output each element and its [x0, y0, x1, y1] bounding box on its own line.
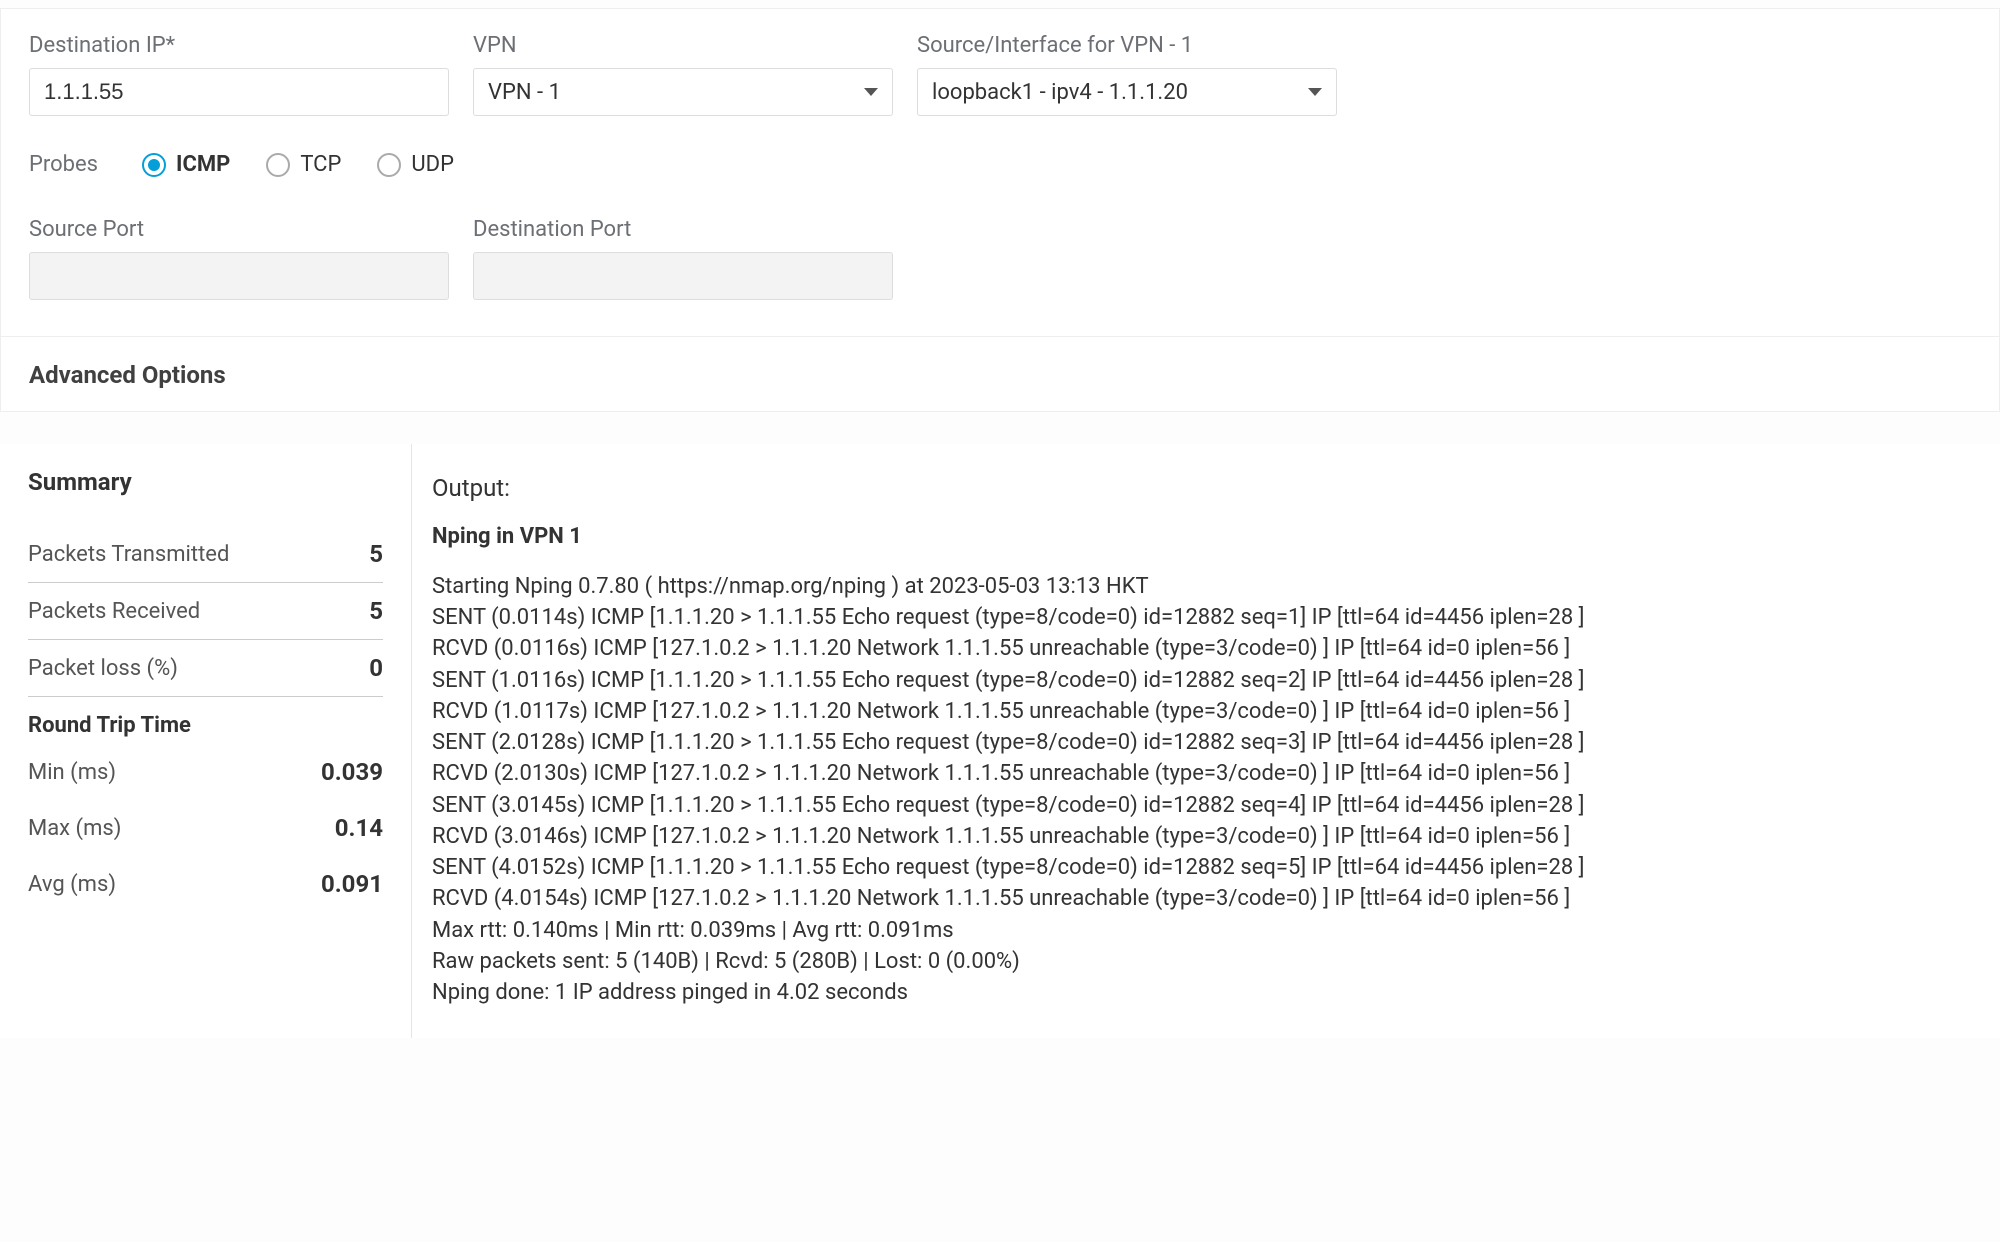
summary-val: 5 [369, 540, 383, 568]
results-panel: Summary Packets Transmitted 5 Packets Re… [0, 444, 2000, 1038]
radio-icon [142, 153, 166, 177]
caret-down-icon [1308, 88, 1322, 96]
ports-row: Source Port Destination Port [29, 217, 1971, 300]
dest-port-group: Destination Port [473, 217, 893, 300]
summary-key: Min (ms) [28, 760, 116, 785]
summary-key: Avg (ms) [28, 872, 116, 897]
radio-label: UDP [411, 152, 454, 177]
source-if-group: Source/Interface for VPN - 1 loopback1 -… [917, 33, 1337, 116]
summary-key: Packets Received [28, 599, 200, 624]
top-row: Destination IP* VPN VPN - 1 Source/Inter… [29, 33, 1971, 116]
radio-icon [377, 153, 401, 177]
summary-panel: Summary Packets Transmitted 5 Packets Re… [0, 444, 412, 1038]
source-if-label: Source/Interface for VPN - 1 [917, 33, 1337, 58]
summary-max: Max (ms) 0.14 [28, 800, 383, 856]
source-port-group: Source Port [29, 217, 449, 300]
summary-packets-rx: Packets Received 5 [28, 583, 383, 640]
summary-key: Max (ms) [28, 816, 121, 841]
summary-packets-tx: Packets Transmitted 5 [28, 526, 383, 583]
dest-ip-input[interactable] [29, 68, 449, 116]
dest-ip-group: Destination IP* [29, 33, 449, 116]
radio-label: ICMP [176, 152, 230, 177]
summary-val: 0.14 [335, 814, 383, 842]
summary-min: Min (ms) 0.039 [28, 744, 383, 800]
summary-key: Packet loss (%) [28, 656, 178, 681]
output-label: Output: [432, 474, 1980, 502]
radio-icon [266, 153, 290, 177]
source-port-input[interactable] [29, 252, 449, 300]
probes-label: Probes [29, 152, 98, 177]
output-lines: Starting Nping 0.7.80 ( https://nmap.org… [432, 571, 1980, 1008]
output-panel: Output: Nping in VPN 1 Starting Nping 0.… [412, 444, 2000, 1038]
summary-key: Packets Transmitted [28, 542, 229, 567]
caret-down-icon [864, 88, 878, 96]
summary-val: 0.039 [321, 758, 383, 786]
config-panel: Destination IP* VPN VPN - 1 Source/Inter… [0, 8, 2000, 412]
source-if-value: loopback1 - ipv4 - 1.1.1.20 [932, 80, 1188, 105]
radio-label: TCP [300, 152, 341, 177]
probe-radio-tcp[interactable]: TCP [266, 152, 341, 177]
dest-port-input[interactable] [473, 252, 893, 300]
rtt-header: Round Trip Time [28, 713, 383, 738]
summary-val: 0.091 [321, 870, 383, 898]
summary-avg: Avg (ms) 0.091 [28, 856, 383, 912]
source-if-select[interactable]: loopback1 - ipv4 - 1.1.1.20 [917, 68, 1337, 116]
probe-radio-udp[interactable]: UDP [377, 152, 454, 177]
summary-val: 0 [369, 654, 383, 682]
output-title: Nping in VPN 1 [432, 524, 1980, 549]
vpn-label: VPN [473, 33, 893, 58]
dest-port-label: Destination Port [473, 217, 893, 242]
dest-ip-label: Destination IP* [29, 33, 449, 58]
vpn-value: VPN - 1 [488, 80, 561, 105]
summary-val: 5 [369, 597, 383, 625]
advanced-options-toggle[interactable]: Advanced Options [1, 336, 1999, 411]
probe-radio-icmp[interactable]: ICMP [142, 152, 230, 177]
summary-packet-loss: Packet loss (%) 0 [28, 640, 383, 697]
summary-title: Summary [28, 468, 383, 496]
vpn-select[interactable]: VPN - 1 [473, 68, 893, 116]
vpn-group: VPN VPN - 1 [473, 33, 893, 116]
source-port-label: Source Port [29, 217, 449, 242]
probes-row: Probes ICMP TCP UDP [29, 152, 1971, 177]
